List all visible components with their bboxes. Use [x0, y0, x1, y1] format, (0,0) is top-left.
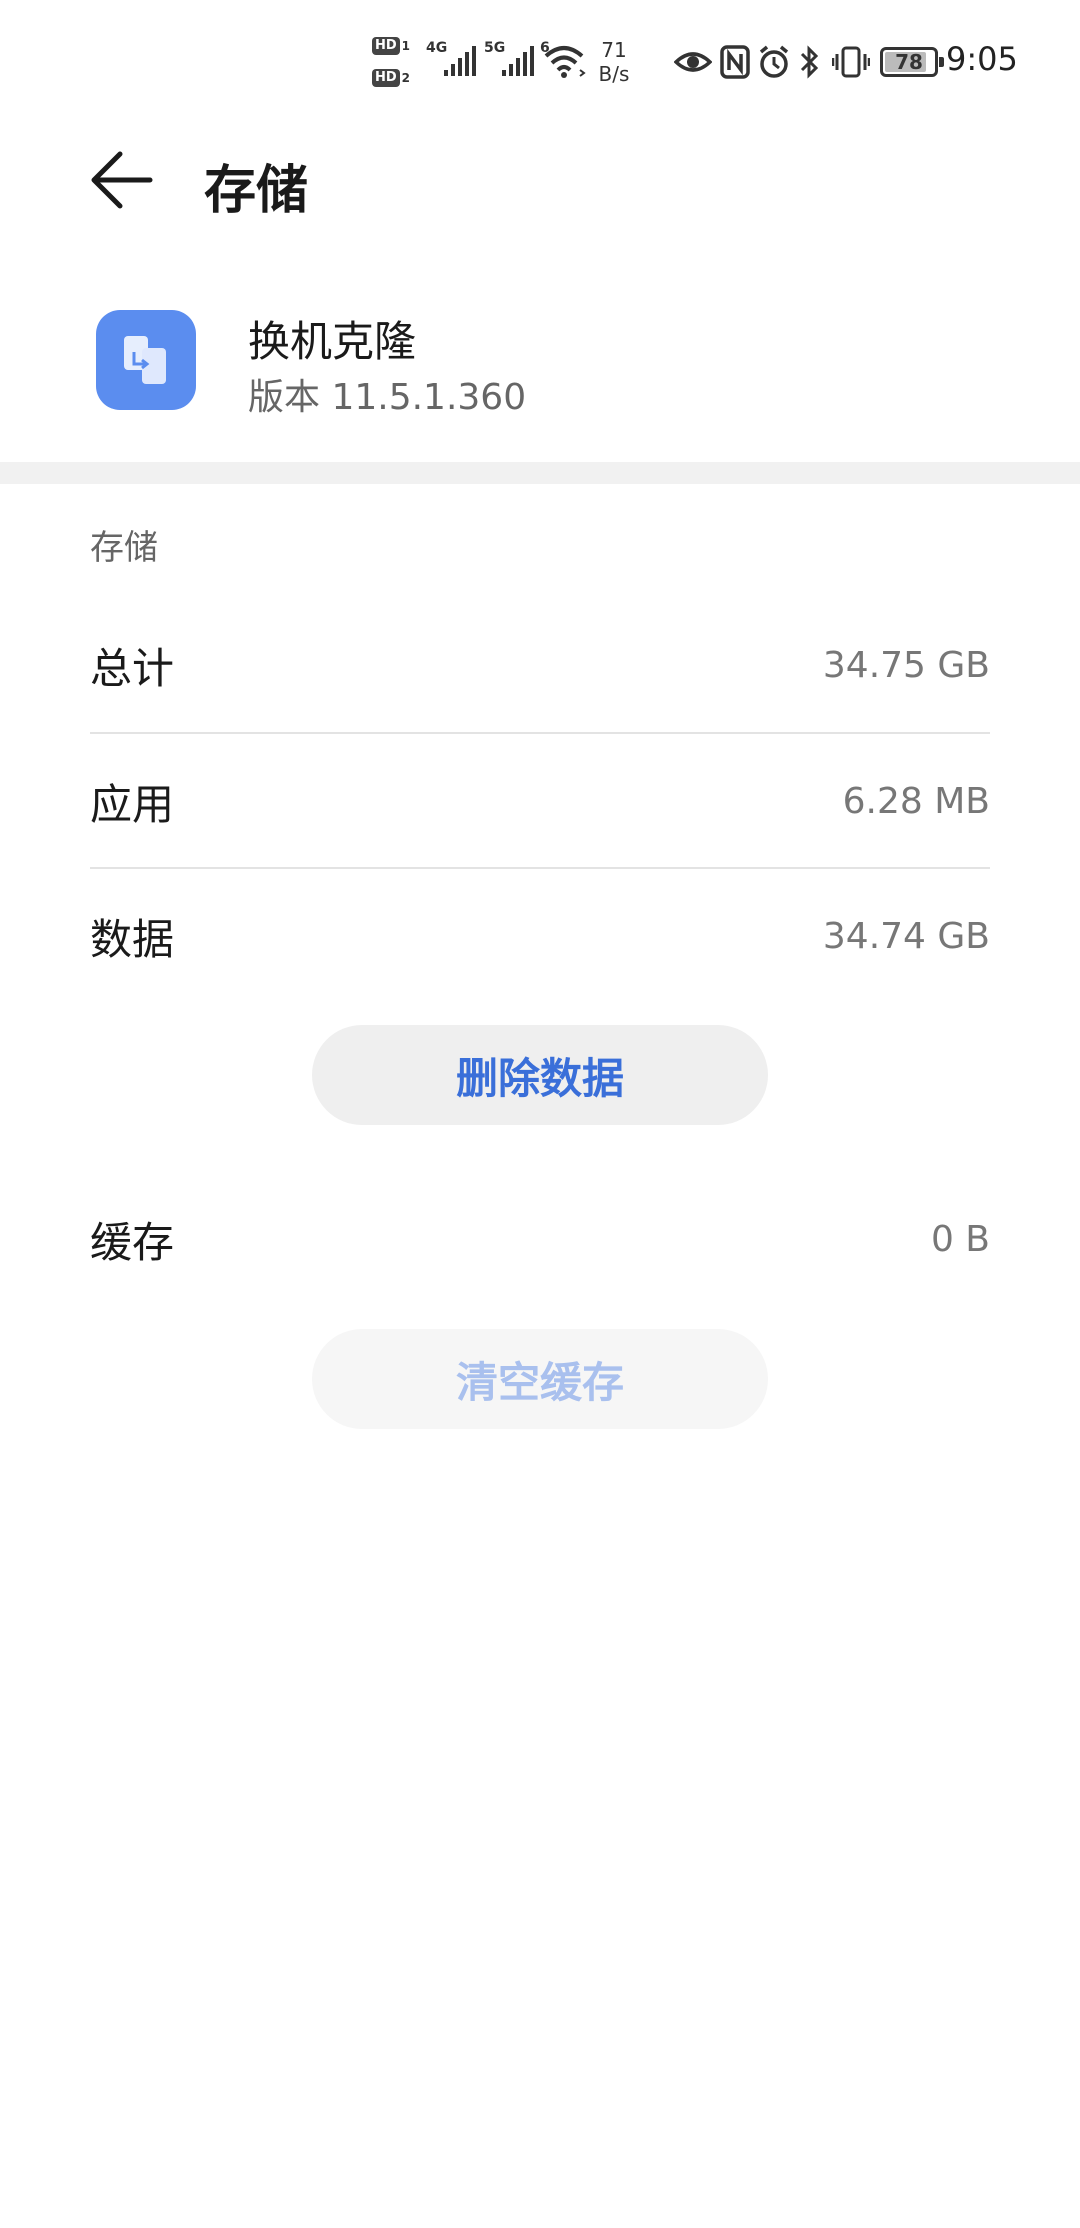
data-size-label: 数据	[90, 914, 175, 964]
storage-section-label: 存储	[90, 528, 158, 568]
sim-1-number: 1	[401, 39, 411, 53]
app-size-value: 6.28 MB	[842, 780, 990, 822]
status-bar: HD 1 HD 2 4G 5G 6 71 B/s 78 9:05	[0, 0, 1080, 120]
signal-icon-sim2: 5G	[484, 40, 534, 80]
hd-badge-1: HD	[372, 37, 400, 55]
battery-percentage: 78	[895, 50, 923, 74]
app-name: 换机克隆	[248, 317, 417, 366]
sim-2-number: 2	[401, 71, 411, 85]
hd-badge-2: HD	[372, 69, 400, 87]
signal-icon-sim1: 4G	[426, 40, 476, 80]
app-version: 版本 11.5.1.360	[248, 377, 527, 418]
cache-value: 0 B	[930, 1218, 990, 1260]
phone-clone-app-icon	[96, 310, 196, 410]
phone-clone-icon	[124, 336, 166, 384]
section-divider	[0, 462, 1080, 484]
vibrate-icon	[831, 44, 871, 80]
network-speed-value: 71	[601, 38, 627, 62]
back-button[interactable]	[86, 144, 158, 216]
clock: 9:05	[946, 40, 1018, 78]
page-title: 存储	[204, 161, 309, 221]
bluetooth-icon	[798, 44, 822, 80]
app-size-label: 应用	[90, 779, 175, 829]
eye-comfort-icon	[673, 44, 713, 80]
cache-row: 缓存 0 B	[90, 1172, 990, 1306]
nfc-icon	[720, 44, 750, 80]
total-value: 34.75 GB	[822, 644, 990, 686]
hd-indicator: HD 1 HD 2	[372, 34, 418, 92]
network-speed-unit: B/s	[598, 62, 630, 86]
wifi-icon: 6	[540, 40, 588, 80]
clear-cache-button[interactable]: 清空缓存	[312, 1329, 768, 1429]
total-label: 总计	[90, 643, 175, 693]
battery-icon: 78	[880, 47, 944, 77]
network-speed: 71 B/s	[594, 38, 634, 86]
cache-label: 缓存	[90, 1217, 175, 1267]
alarm-icon	[758, 44, 790, 80]
storage-row-app: 应用 6.28 MB	[90, 734, 990, 868]
storage-row-total: 总计 34.75 GB	[90, 598, 990, 732]
arrow-left-icon	[91, 151, 153, 209]
delete-data-button[interactable]: 删除数据	[312, 1025, 768, 1125]
data-size-value: 34.74 GB	[822, 915, 990, 957]
storage-row-data: 数据 34.74 GB	[90, 869, 990, 1003]
